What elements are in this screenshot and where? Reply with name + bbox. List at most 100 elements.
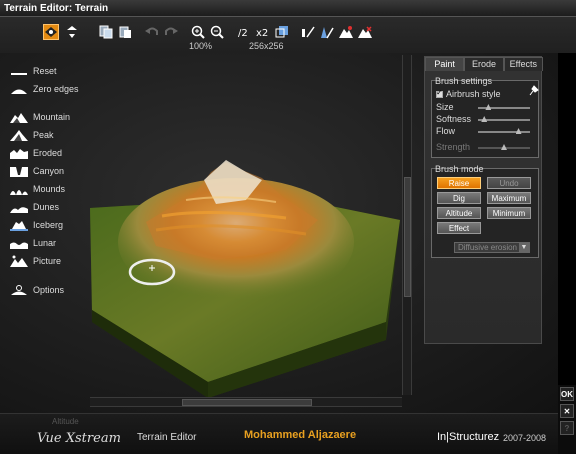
vertical-scrollbar[interactable] <box>402 55 412 395</box>
horizontal-scroll-thumb[interactable] <box>182 399 312 406</box>
slider-knob <box>501 144 507 150</box>
slope-icon[interactable] <box>319 24 335 40</box>
redo-icon[interactable] <box>163 24 179 40</box>
lunar-icon <box>10 242 28 249</box>
options-icon <box>11 284 27 295</box>
softness-slider[interactable] <box>478 116 530 122</box>
airbrush-checkbox[interactable]: Airbrush style <box>436 88 501 99</box>
zoom-out-icon[interactable] <box>209 24 225 40</box>
ok-button[interactable]: OK <box>560 387 574 401</box>
preset-mountain[interactable]: Mountain <box>10 109 70 125</box>
invert-icon[interactable] <box>300 24 316 40</box>
slider-knob[interactable] <box>485 104 492 110</box>
brush-mode-group: Brush mode Raise Undo Dig Maximum Altitu… <box>431 164 539 258</box>
preset-iceberg[interactable]: Iceberg <box>10 217 63 233</box>
effect-select[interactable]: Diffusive erosion ▼ <box>454 242 530 253</box>
resolution-label: 256x256 <box>249 41 284 51</box>
preset-options[interactable]: Options <box>10 282 64 298</box>
selector-dropdown-icon[interactable] <box>64 24 80 40</box>
preset-label: Eroded <box>33 148 63 158</box>
terrain-icon-2[interactable] <box>357 24 373 40</box>
airbrush-label: Airbrush style <box>446 89 501 99</box>
help-button[interactable]: ? <box>560 421 574 435</box>
preset-label: Mountain <box>33 112 71 122</box>
preset-label: Canyon <box>33 166 65 176</box>
size-slider[interactable] <box>478 104 530 110</box>
slider-knob[interactable] <box>515 128 522 134</box>
effect-button[interactable]: Effect <box>437 222 481 234</box>
tab-erode[interactable]: Erode <box>464 57 504 71</box>
minimum-button[interactable]: Minimum <box>487 207 531 219</box>
copy-icon[interactable] <box>98 24 114 40</box>
double-resolution-icon[interactable]: x2 <box>255 24 271 40</box>
strength-label: Strength <box>436 142 471 152</box>
preset-label: Dunes <box>33 202 60 212</box>
size-label: Size <box>436 102 454 112</box>
terrain-icon-1[interactable] <box>338 24 354 40</box>
preset-picture[interactable]: Picture <box>10 253 61 269</box>
halve-resolution-icon[interactable]: /2 <box>236 24 252 40</box>
toolbar: /2 x2 <box>0 17 576 53</box>
softness-label: Softness <box>436 114 472 124</box>
preset-lunar[interactable]: Lunar <box>10 235 56 251</box>
preset-peak[interactable]: Peak <box>10 127 54 143</box>
preset-eroded[interactable]: Eroded <box>10 145 62 161</box>
undo-button[interactable]: Undo <box>487 177 531 189</box>
raise-button[interactable]: Raise <box>437 177 481 189</box>
paste-icon[interactable] <box>117 24 133 40</box>
undo-icon[interactable] <box>144 24 160 40</box>
zoom-in-icon[interactable] <box>190 24 206 40</box>
dialog-side-buttons: OK ✕ ? <box>558 385 576 454</box>
preset-label: Lunar <box>33 238 57 248</box>
picture-icon <box>10 255 28 267</box>
svg-text:/2: /2 <box>238 28 248 39</box>
preset-label: Picture <box>33 256 62 266</box>
pin-icon[interactable] <box>528 85 539 96</box>
tab-effects[interactable]: Effects <box>503 57 543 71</box>
maximum-button[interactable]: Maximum <box>487 192 531 204</box>
tab-paint[interactable]: Paint <box>425 57 465 71</box>
preset-label: Reset <box>33 66 57 76</box>
footer: Altitude Vue Xstream Terrain Editor Moha… <box>0 413 558 454</box>
preset-label: Iceberg <box>33 220 64 230</box>
canyon-icon <box>10 166 28 177</box>
chevron-down-icon[interactable]: ▼ <box>519 243 529 252</box>
preset-mounds[interactable]: Mounds <box>10 181 65 197</box>
window-titlebar: Terrain Editor: Terrain <box>0 0 576 17</box>
brush-mode-title: Brush mode <box>435 164 484 174</box>
svg-text:x2: x2 <box>256 28 268 39</box>
mounds-icon <box>10 189 28 195</box>
panel-tabs: Paint Erode Effects <box>425 57 543 71</box>
airbrush-check[interactable] <box>436 88 443 98</box>
editor-name: Terrain Editor <box>137 432 197 443</box>
preset-zero-edges[interactable]: Zero edges <box>10 81 79 97</box>
year-label: 2007-2008 <box>503 433 547 443</box>
paint-mode-icon[interactable] <box>43 24 59 40</box>
footer-ghost-label: Altitude <box>52 417 79 426</box>
effect-select-value: Diffusive erosion <box>458 243 517 252</box>
preset-canyon[interactable]: Canyon <box>10 163 64 179</box>
resize-icon[interactable] <box>274 24 290 40</box>
vertical-scroll-thumb[interactable] <box>404 177 411 297</box>
dig-button[interactable]: Dig <box>437 192 481 204</box>
brand-name: In|Structurez <box>437 431 500 443</box>
reset-icon <box>11 72 27 75</box>
terrain-3d-viewport[interactable] <box>86 150 402 412</box>
horizontal-scrollbar[interactable] <box>90 397 402 407</box>
dunes-icon <box>10 206 28 213</box>
flow-slider[interactable] <box>478 128 530 134</box>
zoom-level-label: 100% <box>189 41 213 51</box>
preset-label: Peak <box>33 130 54 140</box>
close-button[interactable]: ✕ <box>560 404 574 418</box>
brush-panel: Paint Erode Effects Brush settings Airbr… <box>424 56 543 344</box>
iceberg-icon <box>10 220 28 231</box>
slider-knob[interactable] <box>481 116 488 122</box>
peak-icon <box>10 129 28 141</box>
preset-dunes[interactable]: Dunes <box>10 199 59 215</box>
author-name: Mohammed Aljazaere <box>244 429 357 441</box>
preset-reset[interactable]: Reset <box>10 63 57 79</box>
window-title: Terrain Editor: Terrain <box>4 3 109 14</box>
altitude-button[interactable]: Altitude <box>437 207 481 219</box>
brush-settings-group: Brush settings Airbrush style Size Softn… <box>431 76 539 158</box>
zero-edges-icon <box>11 89 27 94</box>
